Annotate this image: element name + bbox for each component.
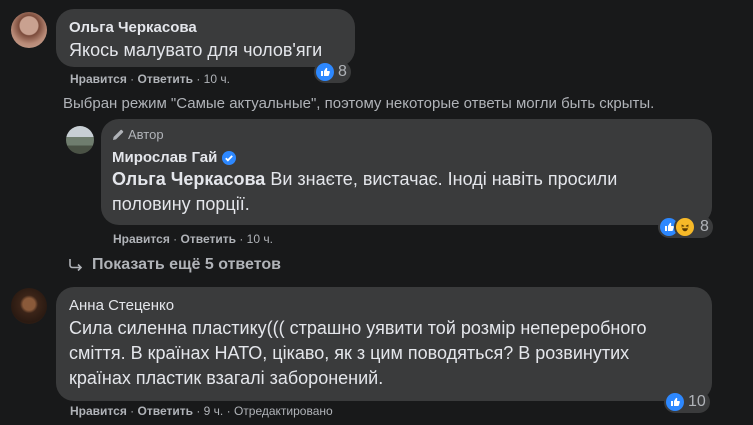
reaction-count: 8 <box>700 218 709 235</box>
reaction-count: 8 <box>338 63 347 80</box>
reply-author-row: Мирослав Гай <box>112 149 237 166</box>
separator: · <box>239 232 244 246</box>
author-badge: Автор <box>112 127 164 142</box>
like-link[interactable]: Нравится <box>70 72 127 86</box>
comment-author[interactable]: Ольга Черкасова <box>69 19 197 36</box>
mention[interactable]: Ольга Черкасова <box>112 169 265 189</box>
separator: · <box>226 404 231 418</box>
reply-text-line1: Ви знаєте, вистачає. Іноді навіть просил… <box>270 169 618 189</box>
reply-link[interactable]: Ответить <box>138 72 193 86</box>
separator: · <box>173 232 178 246</box>
comment-text: Сила силенна пластику((( страшно уявити … <box>69 316 647 391</box>
comment-author[interactable]: Анна Стеценко <box>69 297 174 314</box>
like-link[interactable]: Нравится <box>113 232 170 246</box>
pencil-icon <box>112 129 124 141</box>
timestamp[interactable]: 10 ч. <box>247 232 273 246</box>
reaction-summary[interactable]: 8 <box>314 61 351 83</box>
haha-icon <box>674 216 696 238</box>
author-badge-label: Автор <box>128 127 164 142</box>
comment-bubble: Анна Стеценко Сила силенна пластику((( с… <box>56 287 712 401</box>
comment-actions: Нравится · Ответить · 10 ч. <box>70 72 230 86</box>
reply-actions: Нравится · Ответить · 10 ч. <box>113 232 273 246</box>
sort-notice: Выбран режим "Самые актуальные", поэтому… <box>63 95 655 112</box>
verified-icon <box>222 150 237 165</box>
separator: · <box>196 404 201 418</box>
reply-bubble: Автор Мирослав Гай Ольга Черкасова Ви зн… <box>101 119 712 225</box>
show-more-label: Показать ещё 5 ответов <box>92 256 281 273</box>
avatar-olga[interactable] <box>11 12 47 48</box>
like-icon <box>666 393 684 411</box>
reaction-summary[interactable]: 10 <box>664 391 710 413</box>
reply-arrow-icon <box>68 258 84 272</box>
comment-text-line: країнах пластик взагалі заборонений. <box>69 368 384 388</box>
reply-text-line2: половину порції. <box>112 194 250 214</box>
reaction-summary[interactable]: 8 <box>658 216 713 238</box>
reply-text: Ольга Черкасова Ви знаєте, вистачає. Іно… <box>112 167 617 217</box>
timestamp[interactable]: 9 ч. <box>204 404 224 418</box>
like-icon <box>316 63 334 81</box>
separator: · <box>196 72 201 86</box>
separator: · <box>130 404 135 418</box>
comment-text: Якось малувато для чолов'яги <box>69 40 323 60</box>
reply-author[interactable]: Мирослав Гай <box>112 149 217 166</box>
avatar-anna[interactable] <box>11 288 47 324</box>
show-more-replies[interactable]: Показать ещё 5 ответов <box>68 256 281 274</box>
reply-link[interactable]: Ответить <box>181 232 236 246</box>
separator: · <box>130 72 135 86</box>
reaction-count: 10 <box>688 393 706 410</box>
comment-text-line: сміття. В країнах НАТО, цікаво, як з цим… <box>69 343 630 363</box>
comment-bubble: Ольга Черкасова Якось малувато для чолов… <box>56 9 355 67</box>
comment-text-line: Сила силенна пластику((( страшно уявити … <box>69 318 647 338</box>
avatar-myroslav[interactable] <box>66 126 94 154</box>
timestamp[interactable]: 10 ч. <box>204 72 230 86</box>
comment-actions: Нравится · Ответить · 9 ч. · Отредактиро… <box>70 404 333 418</box>
edited-label: Отредактировано <box>233 404 333 418</box>
reply-link[interactable]: Ответить <box>138 404 193 418</box>
like-link[interactable]: Нравится <box>70 404 127 418</box>
